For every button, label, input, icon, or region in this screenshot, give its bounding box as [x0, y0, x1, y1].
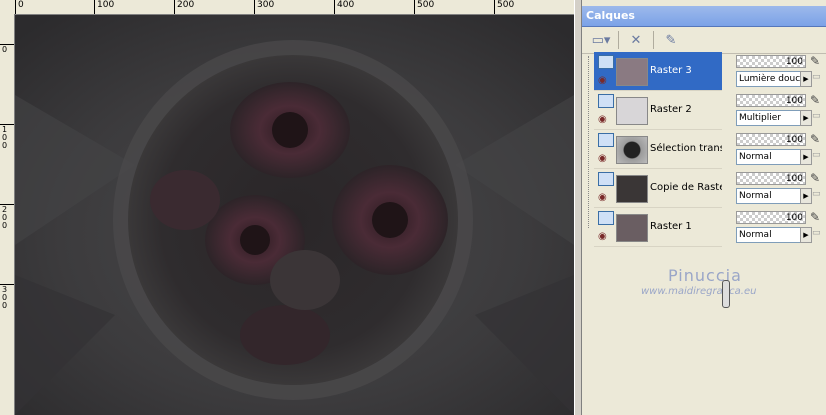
vertical-ruler: 0 100 200 300: [0, 14, 15, 415]
layers-panel: Calques ▭▾ ✕ ✎ ◉ Raster 3 ◉ Raster 2 ◉ S…: [581, 0, 826, 415]
blend-mode-select[interactable]: Normal: [736, 227, 802, 243]
layer-type-icon: [598, 94, 614, 108]
layer-properties: 100 Lumière douce ▶ ✎ ▭ 100 Multiplier ▶…: [734, 52, 826, 247]
blend-mode-select[interactable]: Normal: [736, 149, 802, 165]
brush-icon[interactable]: ✎: [810, 93, 820, 107]
ruler-tick: 200: [174, 0, 194, 14]
rose-artwork: [15, 15, 574, 415]
blend-mode-select[interactable]: Normal: [736, 188, 802, 204]
toolbar-divider: [618, 31, 619, 49]
new-layer-icon[interactable]: ▭▾: [588, 30, 614, 50]
ruler-tick: 0: [0, 44, 14, 54]
opacity-slider[interactable]: 100: [736, 211, 806, 224]
layer-thumbnail: [616, 97, 648, 125]
ruler-tick: 0: [15, 0, 24, 14]
opacity-slider[interactable]: 100: [736, 94, 806, 107]
dropdown-arrow-icon[interactable]: ▶: [800, 149, 812, 165]
canvas-scrollbar[interactable]: [574, 0, 581, 415]
lock-icon[interactable]: ▭: [812, 189, 821, 199]
layer-props-row: 100 Normal ▶ ✎ ▭: [734, 169, 826, 208]
toolbar-divider: [653, 31, 654, 49]
image-canvas[interactable]: [15, 15, 574, 415]
opacity-slider[interactable]: 100: [736, 133, 806, 146]
dropdown-arrow-icon[interactable]: ▶: [800, 227, 812, 243]
layer-type-icon: [598, 133, 614, 147]
lock-icon[interactable]: ▭: [812, 228, 821, 238]
horizontal-ruler: 0 100 200 300 400 500 500: [0, 0, 574, 15]
brush-icon[interactable]: ✎: [810, 132, 820, 146]
blend-mode-select[interactable]: Multiplier: [736, 110, 802, 126]
eye-icon[interactable]: ◉: [598, 153, 607, 164]
layer-name: Sélection transfor: [650, 143, 722, 154]
opacity-slider[interactable]: 100: [736, 55, 806, 68]
ruler-tick: 400: [334, 0, 354, 14]
ruler-tick: 500: [494, 0, 514, 14]
ruler-tick: 200: [0, 204, 14, 230]
layer-thumbnail: [616, 58, 648, 86]
panel-title: Calques: [582, 6, 826, 27]
layer-type-icon: [598, 55, 614, 69]
dropdown-arrow-icon[interactable]: ▶: [800, 110, 812, 126]
lock-icon[interactable]: ▭: [812, 111, 821, 121]
blend-mode-select[interactable]: Lumière douce: [736, 71, 802, 87]
layer-props-row: 100 Lumière douce ▶ ✎ ▭: [734, 52, 826, 91]
edit-layer-icon[interactable]: ✎: [658, 30, 684, 50]
ruler-tick: 100: [94, 0, 114, 14]
layer-type-icon: [598, 211, 614, 225]
ruler-tick: 300: [0, 284, 14, 310]
layer-props-row: 100 Normal ▶ ✎ ▭: [734, 208, 826, 247]
layer-type-icon: [598, 172, 614, 186]
layer-raster-1[interactable]: ◉ Raster 1: [594, 208, 722, 247]
layer-name: Copie de Raster: [650, 182, 722, 193]
eye-icon[interactable]: ◉: [598, 114, 607, 125]
dropdown-arrow-icon[interactable]: ▶: [800, 71, 812, 87]
dropdown-arrow-icon[interactable]: ▶: [800, 188, 812, 204]
layer-thumbnail: [616, 136, 648, 164]
lock-icon[interactable]: ▭: [812, 150, 821, 160]
layer-thumbnail: [616, 214, 648, 242]
layer-thumbnail: [616, 175, 648, 203]
ruler-tick: 300: [254, 0, 274, 14]
layer-tree-line: [588, 56, 590, 228]
watermark-url: www.maidiregrafica.eu: [641, 286, 757, 297]
layer-props-row: 100 Normal ▶ ✎ ▭: [734, 130, 826, 169]
layer-list: ◉ Raster 3 ◉ Raster 2 ◉ Sélection transf…: [594, 52, 722, 247]
layer-selection-transform[interactable]: ◉ Sélection transfor: [594, 130, 722, 169]
brush-icon[interactable]: ✎: [810, 54, 820, 68]
ruler-tick: 500: [414, 0, 434, 14]
delete-layer-icon[interactable]: ✕: [623, 30, 649, 50]
layer-raster-2[interactable]: ◉ Raster 2: [594, 91, 722, 130]
layer-name: Raster 1: [650, 221, 692, 232]
brush-icon[interactable]: ✎: [810, 171, 820, 185]
layer-name: Raster 3: [650, 65, 692, 76]
ruler-tick: 100: [0, 124, 14, 150]
watermark-name: Pinuccia: [668, 266, 742, 285]
eye-icon[interactable]: ◉: [598, 75, 607, 86]
brush-icon[interactable]: ✎: [810, 210, 820, 224]
layers-toolbar: ▭▾ ✕ ✎: [582, 27, 826, 54]
layer-props-row: 100 Multiplier ▶ ✎ ▭: [734, 91, 826, 130]
opacity-slider[interactable]: 100: [736, 172, 806, 185]
layer-raster-3[interactable]: ◉ Raster 3: [594, 52, 722, 91]
resize-cursor-icon: [722, 280, 730, 308]
eye-icon[interactable]: ◉: [598, 231, 607, 242]
eye-icon[interactable]: ◉: [598, 192, 607, 203]
layer-copy-raster[interactable]: ◉ Copie de Raster: [594, 169, 722, 208]
lock-icon[interactable]: ▭: [812, 72, 821, 82]
layer-name: Raster 2: [650, 104, 692, 115]
